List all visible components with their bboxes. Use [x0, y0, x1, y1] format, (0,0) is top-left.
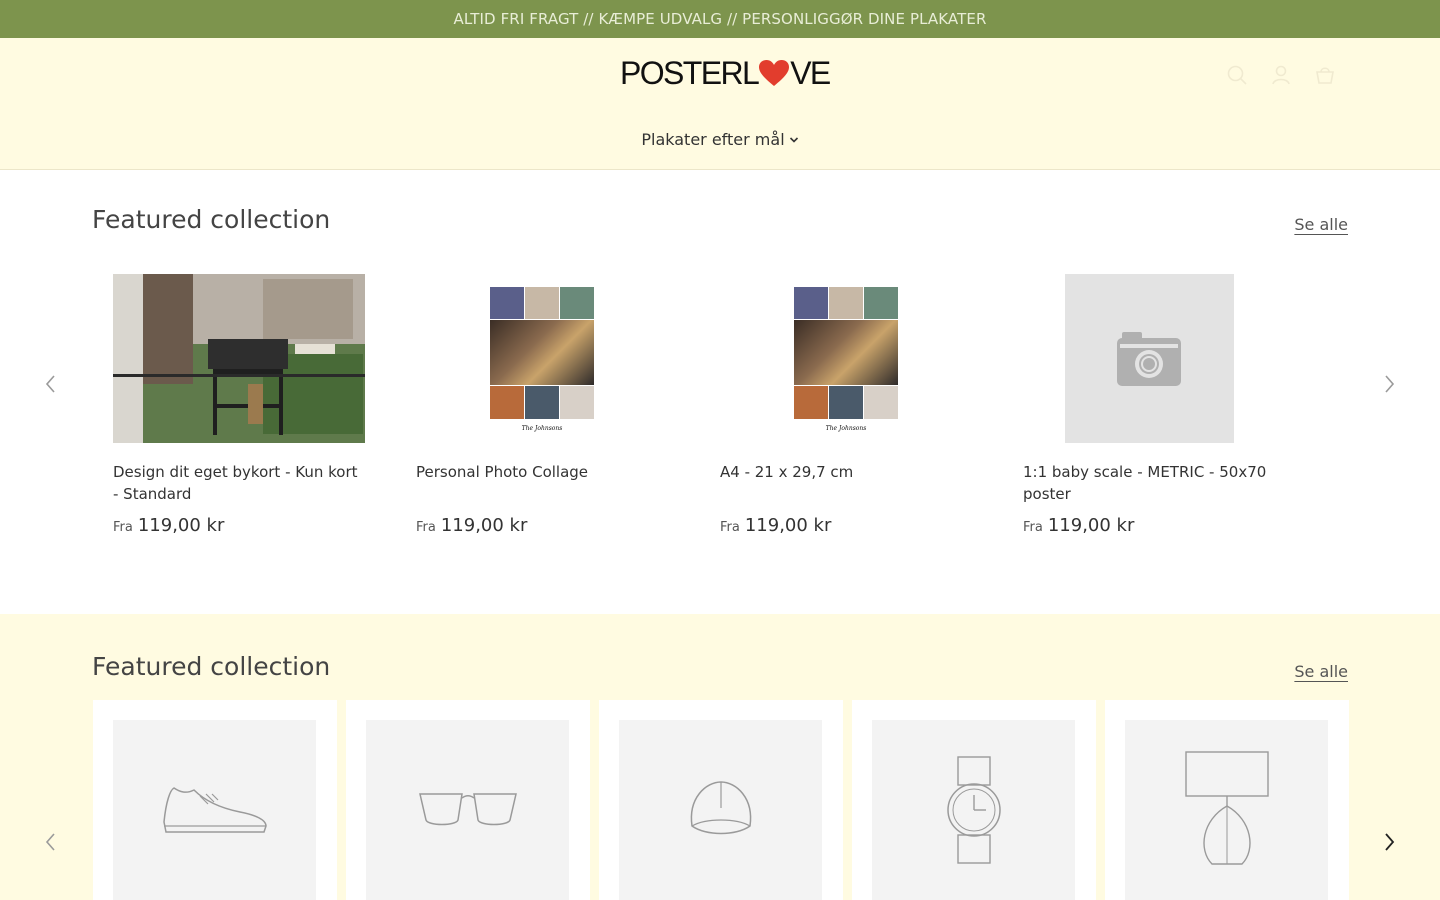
price-amount: 119,00 kr	[744, 515, 832, 536]
chevron-left-icon	[45, 375, 55, 393]
announcement-text: ALTID FRI FRAGT // KÆMPE UDVALG // PERSO…	[453, 10, 987, 28]
see-all-link[interactable]: Se alle	[1294, 215, 1348, 234]
header-icons	[1226, 64, 1336, 86]
price-from-label: Fra	[720, 520, 740, 535]
chevron-right-icon	[1385, 833, 1395, 851]
product-card-placeholder[interactable]	[852, 700, 1096, 900]
carousel-prev-button[interactable]	[40, 829, 60, 855]
price-amount: 119,00 kr	[137, 515, 225, 536]
product-price: Fra 119,00 kr	[113, 515, 365, 536]
featured-collection-1: Featured collection Se alle Design dit e…	[0, 171, 1440, 614]
chevron-down-icon	[789, 136, 798, 143]
lamp-icon	[1184, 751, 1269, 865]
announcement-bar: ALTID FRI FRAGT // KÆMPE UDVALG // PERSO…	[0, 0, 1440, 38]
product-price: Fra 119,00 kr	[720, 515, 972, 536]
product-card-placeholder[interactable]	[93, 700, 337, 900]
product-price: Fra 119,00 kr	[416, 515, 668, 536]
product-title[interactable]: A4 - 21 x 29,7 cm	[720, 461, 972, 505]
camera-icon	[1117, 331, 1181, 386]
product-card[interactable]: 1:1 baby scale - METRIC - 50x70 poster F…	[1023, 274, 1275, 536]
product-title[interactable]: Personal Photo Collage	[416, 461, 668, 505]
logo[interactable]: POSTERL VE	[620, 54, 831, 91]
main-nav: Plakater efter mål	[0, 130, 1440, 149]
product-image[interactable]	[1023, 274, 1275, 443]
price-from-label: Fra	[1023, 520, 1043, 535]
product-card[interactable]: The Johnsons Personal Photo Collage Fra …	[416, 274, 668, 536]
collage-poster: The Johnsons	[793, 278, 899, 439]
account-icon[interactable]	[1270, 64, 1292, 86]
product-card[interactable]: The Johnsons A4 - 21 x 29,7 cm Fra 119,0…	[720, 274, 972, 536]
price-amount: 119,00 kr	[440, 515, 528, 536]
logo-text-right: VE	[790, 54, 831, 91]
image-placeholder	[113, 720, 316, 900]
carousel-next-button[interactable]	[1380, 371, 1400, 397]
product-card-placeholder[interactable]	[1105, 700, 1349, 900]
product-card[interactable]: Design dit eget bykort - Kun kort - Stan…	[113, 274, 365, 536]
image-placeholder	[1064, 274, 1234, 443]
search-icon[interactable]	[1226, 64, 1248, 86]
carousel-next-button[interactable]	[1380, 829, 1400, 855]
cap-icon	[690, 781, 751, 835]
collage-caption: The Johnsons	[825, 424, 867, 432]
price-from-label: Fra	[416, 520, 436, 535]
nav-item-posters-by-size[interactable]: Plakater efter mål	[641, 130, 798, 149]
nav-item-label: Plakater efter mål	[641, 130, 785, 149]
price-from-label: Fra	[113, 520, 133, 535]
price-amount: 119,00 kr	[1047, 515, 1135, 536]
shoe-icon	[162, 787, 267, 833]
product-price: Fra 119,00 kr	[1023, 515, 1275, 536]
chevron-right-icon	[1385, 375, 1395, 393]
product-image[interactable]: The Johnsons	[720, 274, 972, 443]
watch-icon	[946, 756, 1001, 864]
product-image[interactable]	[113, 274, 365, 443]
product-title[interactable]: Design dit eget bykort - Kun kort - Stan…	[113, 461, 365, 505]
see-all-link[interactable]: Se alle	[1294, 662, 1348, 681]
section-title: Featured collection	[92, 652, 331, 681]
glasses-icon	[418, 793, 517, 826]
logo-text-left: POSTERL	[620, 54, 760, 91]
featured-collection-2: Featured collection Se alle	[0, 614, 1440, 900]
product-card-placeholder[interactable]	[599, 700, 843, 900]
image-placeholder	[1125, 720, 1328, 900]
image-placeholder	[872, 720, 1075, 900]
section-title: Featured collection	[92, 205, 331, 234]
image-placeholder	[619, 720, 822, 900]
product-title[interactable]: 1:1 baby scale - METRIC - 50x70 poster	[1023, 461, 1275, 505]
heart-icon	[759, 59, 790, 86]
site-header: POSTERL VE Plakater efter mål	[0, 38, 1440, 170]
image-placeholder	[366, 720, 569, 900]
product-card-placeholder[interactable]	[346, 700, 590, 900]
collage-caption: The Johnsons	[521, 424, 563, 432]
chevron-left-icon	[45, 833, 55, 851]
carousel-prev-button[interactable]	[40, 371, 60, 397]
cart-icon[interactable]	[1314, 64, 1336, 86]
product-image[interactable]: The Johnsons	[416, 274, 668, 443]
collage-poster: The Johnsons	[489, 278, 595, 439]
